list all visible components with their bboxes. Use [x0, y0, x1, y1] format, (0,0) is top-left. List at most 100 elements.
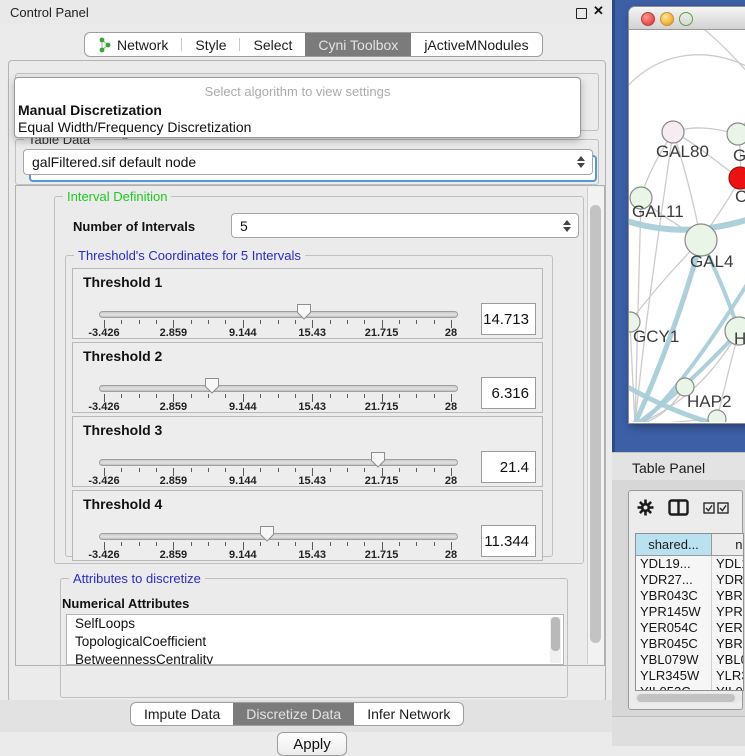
network-node-node[interactable]: [708, 410, 726, 422]
node-label: GA: [733, 146, 745, 165]
threshold-value-field[interactable]: 14.713: [481, 303, 536, 335]
slider-tick-labels: -3.4262.8599.14415.4321.71528: [104, 475, 451, 487]
cell-shared-name: YBR045C: [636, 636, 712, 652]
close-icon[interactable]: ✕: [593, 3, 604, 19]
cell-shared-name: YBL079W: [636, 652, 712, 668]
cell-shared-name: YIL052C: [636, 684, 712, 691]
slider-track[interactable]: [99, 311, 458, 318]
tab-cyni-toolbox[interactable]: Cyni Toolbox: [305, 33, 411, 56]
column-header[interactable]: name: [712, 534, 744, 555]
table-panel-footer: [612, 716, 745, 746]
threshold-panel: Threshold 3 -3.4262.8599.14415.4321.71528…: [72, 416, 543, 487]
tab-label: Infer Network: [367, 706, 450, 722]
zoom-traffic-light[interactable]: [679, 12, 693, 26]
list-scrollbar[interactable]: [550, 617, 561, 663]
slider-thumb[interactable]: [204, 377, 220, 394]
threshold-panel: Threshold 4-3.4262.8599.14415.4321.71528…: [72, 490, 543, 561]
slider-track[interactable]: [99, 385, 458, 392]
numerical-attributes-list[interactable]: SelfLoopsTopologicalCoefficientBetweenne…: [66, 614, 564, 665]
table-row[interactable]: YDR27...YDR2: [636, 572, 743, 588]
table-row[interactable]: YBR043CYBR0: [636, 588, 743, 604]
tab-network[interactable]: Network: [85, 33, 181, 56]
table-data-combobox[interactable]: galFiltered.sif default node: [23, 149, 593, 175]
network-canvas[interactable]: GAL80GACGAL11GAL4GCY1HHAP2: [629, 30, 745, 422]
settings-scroll-pane: Interval Definition Number of Intervals …: [15, 185, 605, 666]
checkbox-columns-icon[interactable]: [703, 502, 729, 514]
algorithm-option[interactable]: Equal Width/Frequency Discretization: [18, 119, 251, 135]
cell-name: YDL1: [712, 556, 744, 572]
table-row[interactable]: YBL079WYBL0: [636, 652, 743, 668]
control-panel: Control Panel ✕ Network Style Select Cyni T…: [0, 0, 612, 745]
apply-button[interactable]: Apply: [277, 732, 347, 756]
tab-style[interactable]: Style: [182, 33, 239, 56]
node-label: GAL4: [690, 252, 733, 271]
threshold-value-field[interactable]: 21.4: [481, 451, 536, 483]
threshold-label: Threshold 4: [83, 496, 162, 512]
thresholds-group-label: Threshold's Coordinates for 5 Intervals: [74, 248, 305, 263]
tab-jactivemnodules[interactable]: jActiveMNodules: [411, 33, 541, 56]
interval-definition-group: Interval Definition Number of Intervals …: [54, 196, 584, 564]
node-table[interactable]: shared...nameYDL19...YDL1YDR27...YDR2YBR…: [635, 533, 744, 691]
table-row[interactable]: YPR145WYPR1: [636, 604, 743, 620]
table-row[interactable]: YER054CYER0: [636, 620, 743, 636]
node-label: C: [735, 187, 745, 206]
cell-shared-name: YDL19...: [636, 556, 712, 572]
minimize-traffic-light[interactable]: [660, 12, 674, 26]
tab-select[interactable]: Select: [240, 33, 305, 56]
slider-thumb[interactable]: [259, 525, 275, 542]
float-window-icon[interactable]: [576, 8, 587, 19]
panel-title: Control Panel: [10, 5, 89, 20]
table-row[interactable]: YIL052CYIL0: [636, 684, 743, 691]
close-traffic-light[interactable]: [641, 12, 655, 26]
cell-shared-name: YBR043C: [636, 588, 712, 604]
interval-definition-label: Interval Definition: [63, 189, 171, 204]
cell-shared-name: YLR345W: [636, 668, 712, 684]
table-row[interactable]: YDL19...YDL1: [636, 556, 743, 572]
cell-name: YBR0: [712, 636, 744, 652]
cell-name: YBL0: [712, 652, 744, 668]
number-of-intervals-label: Number of Intervals: [73, 219, 195, 234]
table-row[interactable]: YBR045CYBR0: [636, 636, 743, 652]
cell-shared-name: YER054C: [636, 620, 712, 636]
attributes-group-label: Attributes to discretize: [69, 571, 205, 586]
algorithm-option[interactable]: Manual Discretization: [18, 102, 162, 118]
tab-discretize-data[interactable]: Discretize Data: [233, 703, 354, 725]
tab-impute-data[interactable]: Impute Data: [131, 703, 233, 725]
thresholds-group: Threshold's Coordinates for 5 Intervals …: [65, 255, 553, 557]
tab-infer-network[interactable]: Infer Network: [354, 703, 463, 725]
cell-name: YER0: [712, 620, 744, 636]
attribute-list-item[interactable]: TopologicalCoefficient: [67, 633, 563, 651]
attribute-list-item[interactable]: SelfLoops: [67, 615, 563, 633]
network-node-ga[interactable]: [727, 123, 745, 145]
slider-thumb[interactable]: [370, 451, 386, 468]
column-header[interactable]: shared...: [636, 534, 712, 555]
threshold-label: Threshold 3: [83, 422, 162, 438]
slider-track[interactable]: [99, 459, 458, 466]
threshold-value-field[interactable]: 6.316: [481, 377, 536, 409]
gear-icon[interactable]: [637, 499, 654, 516]
slider-thumb[interactable]: [296, 303, 312, 320]
horizontal-scrollbar[interactable]: [635, 693, 742, 703]
vertical-scrollbar[interactable]: [587, 187, 604, 664]
table-panel-title: Table Panel: [632, 460, 705, 476]
network-icon: [98, 37, 112, 53]
slider-track[interactable]: [99, 533, 458, 540]
network-node-red-node[interactable]: [729, 167, 745, 189]
table-panel-body: shared...nameYDL19...YDL1YDR27...YDR2YBR…: [612, 480, 745, 745]
node-label: GAL80: [656, 142, 709, 161]
algorithm-dropdown-popup: Select algorithm to view settings Manual…: [14, 77, 581, 138]
tab-label: Select: [253, 37, 292, 53]
threshold-value-field[interactable]: 11.344: [481, 525, 536, 557]
threshold-label: Threshold 2: [83, 348, 162, 364]
table-row[interactable]: YLR345WYLR3: [636, 668, 743, 684]
cell-name: YDR2: [712, 572, 744, 588]
attribute-list-item[interactable]: BetweennessCentrality: [67, 651, 563, 665]
top-tab-strip: Network Style Select Cyni ToolboxjActiveMNo…: [84, 32, 543, 57]
network-node-gal80[interactable]: [662, 121, 684, 143]
tab-label: Network: [117, 37, 168, 53]
table-panel-header: Table Panel: [612, 452, 745, 481]
combo-arrows-icon: [563, 220, 571, 232]
number-of-intervals-combobox[interactable]: 5: [231, 213, 579, 238]
tab-label: Impute Data: [144, 706, 220, 722]
column-layout-icon[interactable]: [668, 499, 689, 516]
